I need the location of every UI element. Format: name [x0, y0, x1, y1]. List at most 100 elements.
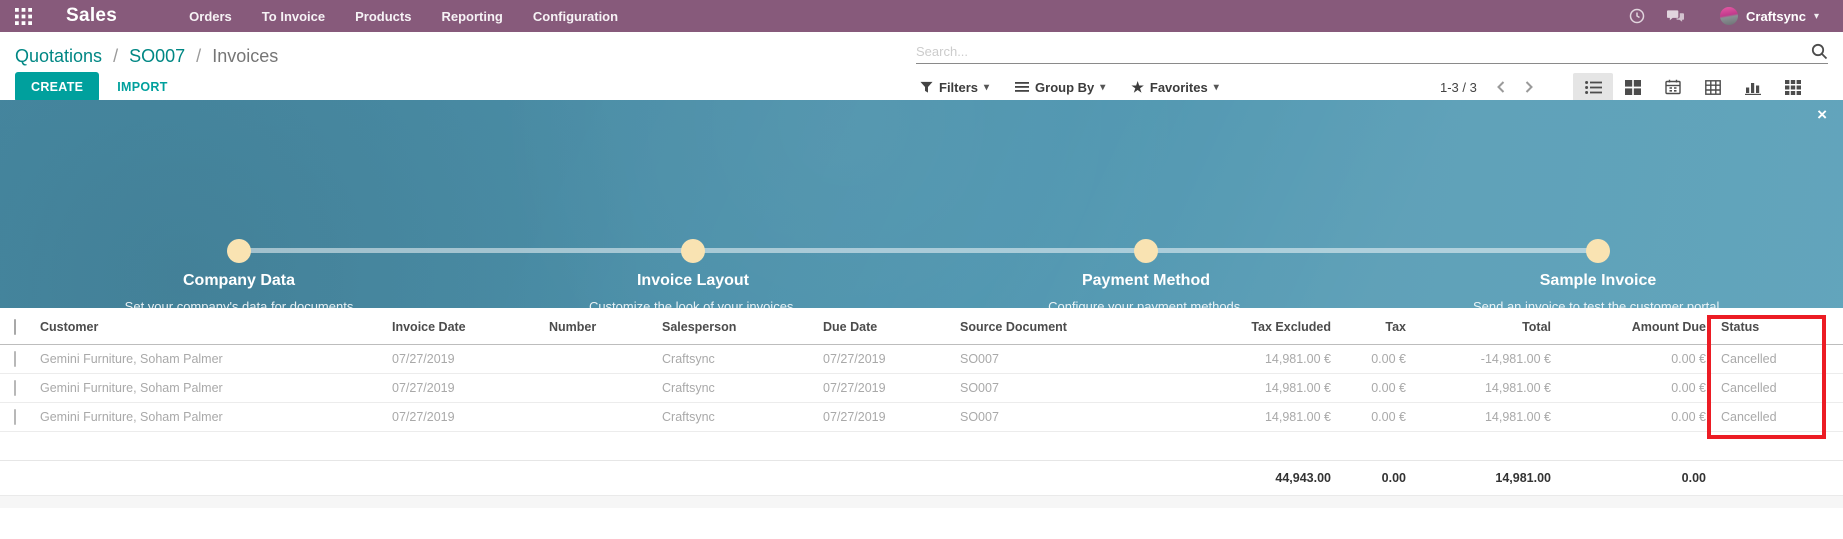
top-navbar: Sales Orders To Invoice Products Reporti… [0, 0, 1843, 32]
view-list-icon[interactable] [1573, 73, 1613, 102]
view-switcher [1573, 73, 1813, 102]
step-title: Sample Invoice [1468, 272, 1728, 290]
group-by-bars-icon [1015, 81, 1029, 93]
cell-source-document: SO007 [960, 410, 1210, 424]
messages-chat-icon[interactable] [1667, 9, 1684, 24]
chevron-down-icon: ▾ [984, 82, 989, 93]
search-icon[interactable] [1811, 43, 1828, 60]
table-row[interactable]: Gemini Furniture, Soham Palmer 07/27/201… [0, 403, 1843, 432]
column-amount-due[interactable]: Amount Due [1555, 320, 1710, 334]
user-name: Craftsync [1746, 9, 1806, 24]
filters-dropdown[interactable]: Filters ▾ [920, 80, 989, 95]
cell-total: 14,981.00 € [1410, 381, 1555, 395]
top-menu: Orders To Invoice Products Reporting Con… [189, 9, 618, 24]
column-source-document[interactable]: Source Document [960, 320, 1210, 334]
filters-label: Filters [939, 80, 978, 95]
onboarding-step-invoice-layout: Invoice Layout Customize the look of you… [563, 272, 823, 308]
onboarding-step-payment-method: Payment Method Configure your payment me… [1016, 272, 1276, 308]
cell-amount-due: 0.00 € [1555, 352, 1710, 366]
cell-tax-excluded: 14,981.00 € [1210, 410, 1335, 424]
user-menu[interactable]: Craftsync ▾ [1720, 7, 1819, 25]
cell-invoice-date: 07/27/2019 [392, 410, 549, 424]
search-input[interactable] [916, 44, 1811, 59]
onboarding-timeline [239, 248, 1598, 253]
user-avatar [1720, 7, 1738, 25]
invoice-list: Customer Invoice Date Number Salesperson… [0, 310, 1843, 508]
row-checkbox[interactable] [14, 351, 16, 367]
cell-tax-excluded: 14,981.00 € [1210, 381, 1335, 395]
cell-due-date: 07/27/2019 [823, 352, 960, 366]
control-panel: Quotations / SO007 / Invoices CREATE IMP… [0, 35, 1843, 107]
import-button[interactable]: IMPORT [117, 80, 167, 94]
app-title[interactable]: Sales [66, 5, 117, 27]
column-due-date[interactable]: Due Date [823, 320, 960, 334]
timeline-dot-sample-invoice[interactable] [1586, 239, 1610, 263]
column-tax[interactable]: Tax [1335, 320, 1410, 334]
timeline-dot-invoice-layout[interactable] [681, 239, 705, 263]
cell-source-document: SO007 [960, 381, 1210, 395]
breadcrumb-so007[interactable]: SO007 [129, 46, 185, 66]
group-by-dropdown[interactable]: Group By ▾ [1015, 80, 1105, 95]
pager: 1-3 / 3 [1440, 80, 1535, 95]
column-status[interactable]: Status [1710, 320, 1828, 334]
step-title: Payment Method [1016, 272, 1276, 290]
timeline-dot-payment-method[interactable] [1134, 239, 1158, 263]
step-title: Invoice Layout [563, 272, 823, 290]
row-checkbox[interactable] [14, 380, 16, 396]
cell-invoice-date: 07/27/2019 [392, 381, 549, 395]
view-pivot-icon[interactable] [1693, 73, 1733, 102]
cell-salesperson: Craftsync [662, 352, 823, 366]
cell-tax: 0.00 € [1335, 410, 1410, 424]
table-row[interactable]: Gemini Furniture, Soham Palmer 07/27/201… [0, 374, 1843, 403]
column-number[interactable]: Number [549, 320, 662, 334]
top-right-tools: Craftsync ▾ [1629, 7, 1819, 25]
pager-previous-icon[interactable] [1495, 80, 1506, 94]
favorites-dropdown[interactable]: ★ Favorites ▾ [1131, 79, 1218, 96]
view-calendar-icon[interactable] [1653, 73, 1693, 102]
breadcrumb-quotations[interactable]: Quotations [15, 46, 102, 66]
column-invoice-date[interactable]: Invoice Date [392, 320, 549, 334]
cell-amount-due: 0.00 € [1555, 381, 1710, 395]
chevron-down-icon: ▾ [1100, 82, 1105, 93]
onboarding-step-sample-invoice: Sample Invoice Send an invoice to test t… [1468, 272, 1728, 308]
cell-total: -14,981.00 € [1410, 352, 1555, 366]
cell-tax: 0.00 € [1335, 381, 1410, 395]
menu-orders[interactable]: Orders [189, 9, 232, 24]
total-tax: 0.00 [1335, 471, 1410, 485]
favorites-label: Favorites [1150, 80, 1208, 95]
cell-tax: 0.00 € [1335, 352, 1410, 366]
table-row[interactable]: Gemini Furniture, Soham Palmer 07/27/201… [0, 345, 1843, 374]
view-kanban-icon[interactable] [1613, 73, 1653, 102]
row-checkbox[interactable] [14, 409, 16, 425]
star-icon: ★ [1131, 79, 1144, 96]
view-graph-icon[interactable] [1733, 73, 1773, 102]
menu-to-invoice[interactable]: To Invoice [262, 9, 325, 24]
onboarding-step-company-data: Company Data Set your company's data for… [109, 272, 369, 308]
create-button[interactable]: CREATE [15, 72, 99, 102]
empty-row [0, 432, 1843, 461]
step-description: Customize the look of your invoices. [563, 298, 823, 308]
menu-products[interactable]: Products [355, 9, 411, 24]
menu-reporting[interactable]: Reporting [441, 9, 502, 24]
pager-range: 1-3 / 3 [1440, 80, 1477, 95]
view-activity-icon[interactable] [1773, 73, 1813, 102]
cell-customer: Gemini Furniture, Soham Palmer [40, 352, 392, 366]
step-title: Company Data [109, 272, 369, 290]
timeline-dot-company-data[interactable] [227, 239, 251, 263]
select-all-checkbox[interactable] [14, 319, 16, 335]
pager-next-icon[interactable] [1524, 80, 1535, 94]
banner-close-icon[interactable]: × [1817, 106, 1827, 123]
activities-clock-icon[interactable] [1629, 8, 1645, 24]
column-customer[interactable]: Customer [40, 320, 392, 334]
column-tax-excluded[interactable]: Tax Excluded [1210, 320, 1335, 334]
cell-salesperson: Craftsync [662, 381, 823, 395]
column-total[interactable]: Total [1410, 320, 1555, 334]
menu-configuration[interactable]: Configuration [533, 9, 618, 24]
cell-customer: Gemini Furniture, Soham Palmer [40, 381, 392, 395]
breadcrumb-separator: / [190, 46, 207, 66]
column-salesperson[interactable]: Salesperson [662, 320, 823, 334]
cell-status: Cancelled [1710, 352, 1828, 366]
cell-due-date: 07/27/2019 [823, 410, 960, 424]
apps-menu-icon[interactable] [12, 5, 34, 27]
filter-funnel-icon [920, 81, 933, 94]
